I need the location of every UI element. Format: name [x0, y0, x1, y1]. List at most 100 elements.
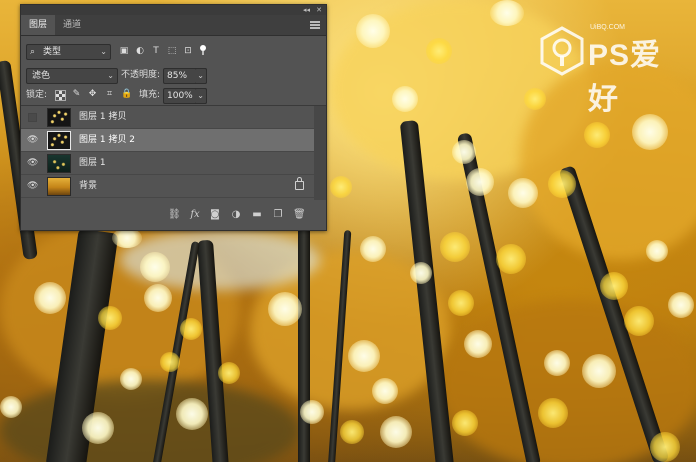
- blend-mode-select[interactable]: 滤色 ⌄: [26, 68, 118, 84]
- bokeh-light: [372, 378, 398, 404]
- lock-position-icon[interactable]: ✥: [87, 89, 98, 100]
- eye-icon[interactable]: 👁: [27, 159, 38, 168]
- filter-kind-select[interactable]: ⌕ 类型 ⌄: [26, 44, 111, 60]
- bokeh-light: [120, 368, 142, 390]
- layer-row-selected[interactable]: 👁 图层 1 拷贝 2: [21, 129, 314, 152]
- bokeh-light: [496, 244, 526, 274]
- panel-tabs: 图层 通道: [21, 15, 326, 36]
- add-mask-icon[interactable]: ◙: [209, 209, 221, 221]
- foliage-patch: [0, 380, 300, 462]
- fill-dropdown-button[interactable]: ⌄: [195, 88, 207, 104]
- bokeh-light: [356, 14, 390, 48]
- layer-name: 图层 1: [79, 158, 106, 168]
- layer-row-background[interactable]: 👁 背景: [21, 175, 314, 198]
- layer-thumbnail: [47, 131, 71, 150]
- watermark-badge-icon: [540, 26, 584, 76]
- eye-icon[interactable]: 👁: [27, 136, 38, 145]
- close-panel-icon[interactable]: ✕: [316, 5, 322, 15]
- bokeh-light: [452, 410, 478, 436]
- filter-toggle-stem: [202, 51, 204, 55]
- lock-image-pixels-icon[interactable]: ✎: [71, 89, 82, 100]
- tab-channels[interactable]: 通道: [55, 15, 89, 35]
- bokeh-light: [624, 306, 654, 336]
- fill-value: 100%: [167, 91, 193, 101]
- bokeh-light: [300, 400, 324, 424]
- bokeh-light: [176, 398, 208, 430]
- bokeh-light: [490, 0, 524, 26]
- visibility-toggle-empty[interactable]: [28, 113, 37, 122]
- tree-trunk: [298, 210, 310, 462]
- bokeh-light: [340, 420, 364, 444]
- bokeh-light: [82, 412, 114, 444]
- smart-object-filter-icon[interactable]: ⊡: [183, 46, 193, 56]
- opacity-value: 85%: [167, 71, 188, 81]
- bokeh-light: [348, 340, 380, 372]
- bokeh-light: [650, 432, 680, 462]
- bokeh-light: [452, 140, 476, 164]
- layers-scrollbar[interactable]: [314, 106, 326, 200]
- lock-transparent-pixels-icon[interactable]: [55, 90, 66, 101]
- layer-row[interactable]: 图层 1 拷贝: [21, 106, 314, 129]
- fill-label: 填充:: [139, 90, 161, 100]
- layer-name: 背景: [79, 181, 98, 191]
- bokeh-light: [180, 318, 202, 340]
- adjustment-layer-icon[interactable]: ◑: [230, 209, 242, 221]
- bokeh-light: [144, 284, 172, 312]
- opacity-dropdown-button[interactable]: ⌄: [195, 68, 207, 84]
- layers-list: 图层 1 拷贝 👁 图层 1 拷贝 2 👁 图层 1 👁 背景: [21, 106, 326, 200]
- bokeh-light: [330, 176, 352, 198]
- image-filter-icon[interactable]: ▣: [119, 46, 129, 56]
- tab-layers[interactable]: 图层: [21, 15, 56, 35]
- link-layers-icon[interactable]: ⛓: [168, 209, 181, 221]
- layer-thumbnail: [47, 154, 71, 173]
- shape-filter-icon[interactable]: ⬚: [167, 46, 177, 56]
- bokeh-light: [508, 178, 538, 208]
- layers-panel: ◂◂ ✕ 图层 通道 ⌕ 类型 ⌄ ▣ ◐ T ⬚ ⊡ 滤色 ⌄ 不透明度: 8…: [20, 4, 327, 231]
- layers-bottom-toolbar: ⛓ fx ◙ ◑ ▬ ❐ 🗑: [21, 205, 326, 225]
- panel-menu-icon[interactable]: [310, 21, 320, 29]
- layer-filter-row: ⌕ 类型 ⌄ ▣ ◐ T ⬚ ⊡: [21, 41, 326, 61]
- bokeh-light: [98, 306, 122, 330]
- bokeh-light: [464, 330, 492, 358]
- bokeh-light: [268, 292, 302, 326]
- delete-layer-icon[interactable]: 🗑: [293, 209, 306, 221]
- bokeh-light: [140, 252, 170, 282]
- bokeh-light: [426, 38, 452, 64]
- layer-name: 图层 1 拷贝: [79, 112, 127, 122]
- bokeh-light: [548, 170, 576, 198]
- bokeh-light: [544, 350, 570, 376]
- bokeh-light: [0, 396, 22, 418]
- blend-row: 滤色 ⌄ 不透明度: 85% ⌄: [21, 65, 326, 85]
- layer-style-icon[interactable]: fx: [189, 209, 201, 221]
- bokeh-light: [410, 262, 432, 284]
- bokeh-light: [112, 228, 142, 248]
- search-icon: ⌕: [30, 47, 36, 57]
- collapse-panel-icon[interactable]: ◂◂: [303, 5, 310, 15]
- blend-mode-value: 滤色: [32, 71, 51, 81]
- adjustment-filter-icon[interactable]: ◐: [135, 46, 145, 56]
- panel-titlebar[interactable]: ◂◂ ✕: [21, 5, 326, 15]
- bokeh-light: [360, 236, 386, 262]
- new-layer-icon[interactable]: ❐: [272, 209, 284, 221]
- bokeh-light: [668, 292, 694, 318]
- text-filter-icon[interactable]: T: [151, 46, 161, 56]
- watermark-logo: UiBQ.COM PS爱好: [540, 22, 690, 116]
- bokeh-light: [600, 272, 628, 300]
- layer-name: 图层 1 拷贝 2: [79, 135, 136, 145]
- lock-artboard-icon[interactable]: ⌗: [104, 89, 115, 100]
- bokeh-light: [34, 282, 66, 314]
- layer-thumbnail: [47, 177, 71, 196]
- bokeh-light: [632, 114, 668, 150]
- layer-row[interactable]: 👁 图层 1: [21, 152, 314, 175]
- chevron-down-icon: ⌄: [197, 71, 204, 80]
- chevron-down-icon: ⌄: [100, 47, 107, 56]
- watermark-text: PS爱好: [588, 39, 662, 116]
- chevron-down-icon: ⌄: [197, 91, 204, 100]
- lock-all-icon[interactable]: 🔒: [121, 89, 132, 100]
- bokeh-light: [440, 232, 470, 262]
- bokeh-light: [466, 168, 494, 196]
- eye-icon[interactable]: 👁: [27, 182, 38, 191]
- new-group-icon[interactable]: ▬: [251, 209, 263, 221]
- bokeh-light: [582, 354, 616, 388]
- bokeh-light: [584, 122, 610, 148]
